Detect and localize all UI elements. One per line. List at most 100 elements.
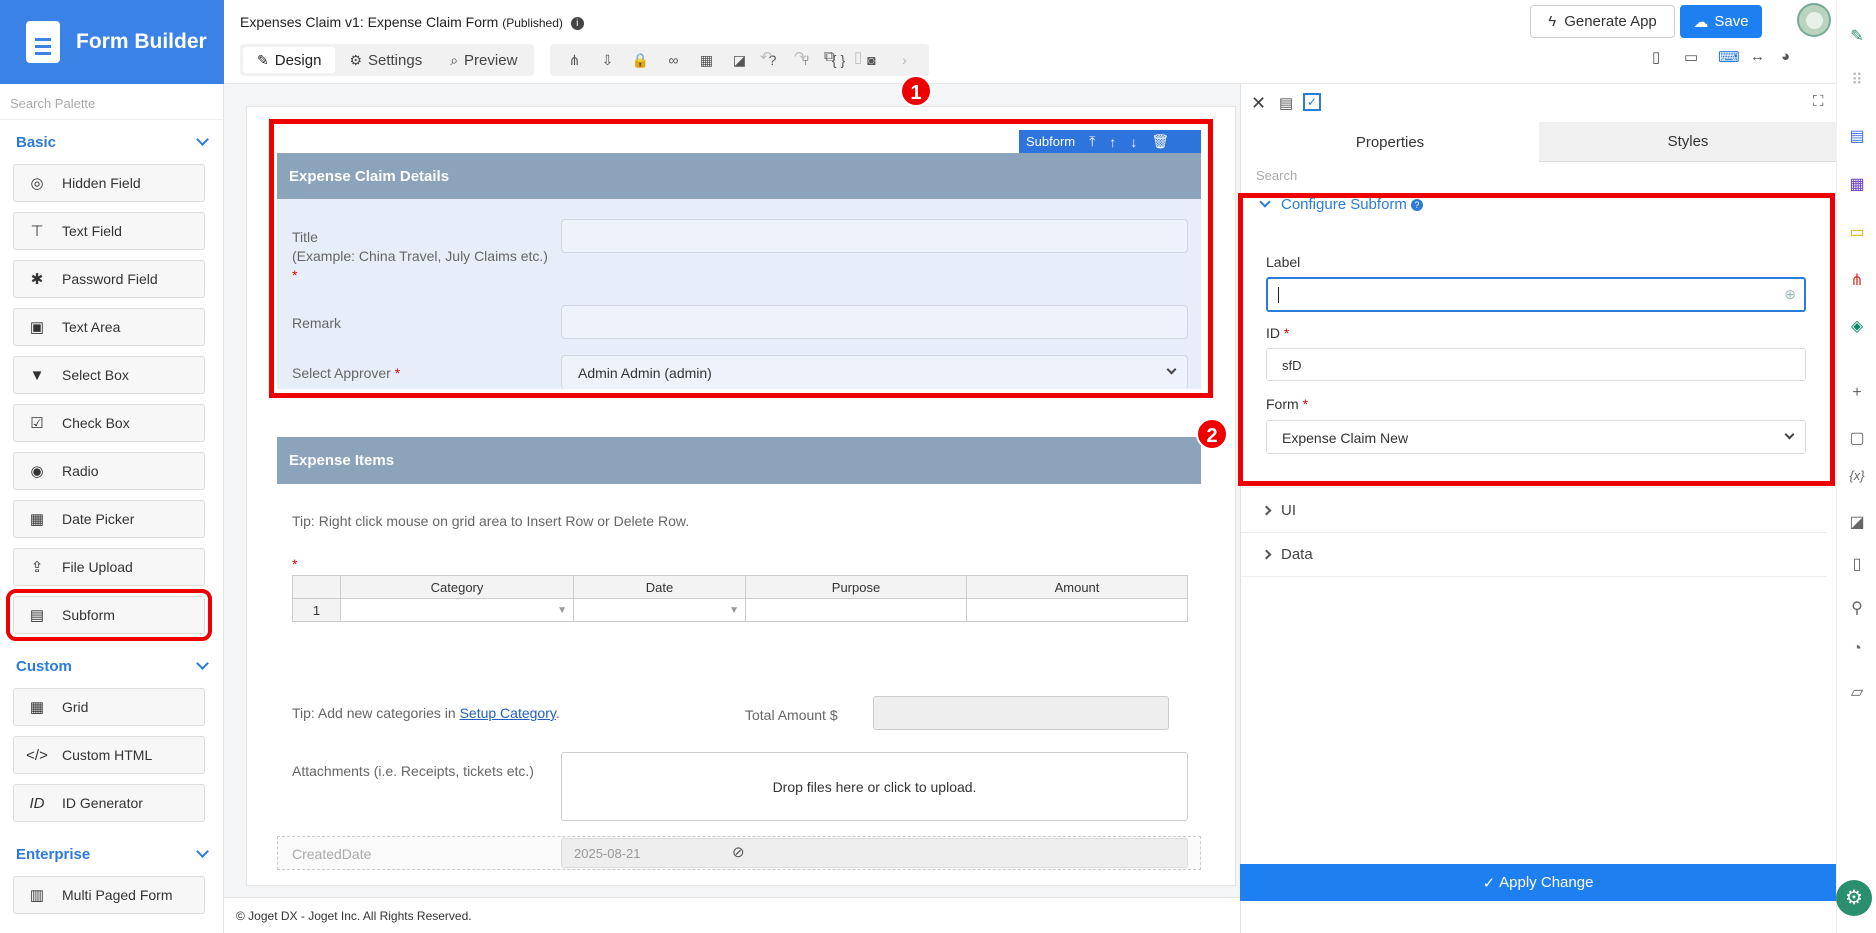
drag-handle-icon[interactable]: ⠿ xyxy=(1847,70,1867,90)
expense-grid[interactable]: Category Date Purpose Amount 1 ▼ ▼ xyxy=(292,575,1188,622)
redo-icon[interactable]: ↷ xyxy=(794,48,807,66)
palette-item-hidden-field[interactable]: ◎ Hidden Field xyxy=(13,164,205,202)
section-expense-items[interactable]: Expense Items xyxy=(277,437,1201,484)
palette-icon[interactable]: ◕ xyxy=(1781,48,1790,65)
multi-page-icon: ▥ xyxy=(29,887,45,904)
section-enterprise[interactable]: Enterprise xyxy=(0,832,223,876)
category-cell[interactable]: ▼ xyxy=(340,598,574,622)
bolt-icon: ϟ xyxy=(1548,13,1557,30)
tab-styles[interactable]: Styles xyxy=(1539,122,1837,162)
note-icon[interactable]: ▢ xyxy=(1847,428,1867,448)
expand-width-icon[interactable]: ↔ xyxy=(1750,48,1765,65)
variable-icon[interactable]: {x} xyxy=(1847,468,1867,483)
grid-header-row: Category Date Purpose Amount xyxy=(292,575,1188,599)
chevron-down-icon xyxy=(196,133,209,146)
highlight-box-configure xyxy=(1238,193,1835,486)
palette-item-password-field[interactable]: ✱ Password Field xyxy=(13,260,205,298)
section-custom[interactable]: Custom xyxy=(0,644,223,688)
palette-item-file-upload[interactable]: ⇪ File Upload xyxy=(13,548,205,586)
file-icon[interactable]: ▯ xyxy=(1847,554,1867,574)
grid-icon: ▦ xyxy=(29,699,45,716)
tab-design[interactable]: ✎ Design xyxy=(243,47,336,73)
upload-icon: ⇪ xyxy=(30,559,44,576)
generate-app-button[interactable]: ϟ Generate App xyxy=(1530,5,1675,38)
section-ui[interactable]: UI xyxy=(1241,487,1827,532)
tab-preview[interactable]: ⌕ Preview xyxy=(436,47,531,73)
form-icon[interactable]: ▤ xyxy=(1847,126,1867,146)
translate-icon[interactable]: ◪ xyxy=(723,52,756,69)
palette-item-id-generator[interactable]: ID ID Generator xyxy=(13,784,205,822)
palette-item-select-box[interactable]: ▼ Select Box xyxy=(13,356,205,394)
avatar[interactable] xyxy=(1797,3,1831,37)
section-data[interactable]: Data xyxy=(1241,532,1827,577)
settings-gear-button[interactable]: ⚙ xyxy=(1836,880,1872,916)
highlight-box-subform xyxy=(269,119,1213,398)
file-dropzone[interactable]: Drop files here or click to upload. xyxy=(561,752,1188,821)
preview-icon: ⌕ xyxy=(450,51,459,68)
palette-search-input[interactable]: Search Palette xyxy=(0,84,223,120)
required-mark: * xyxy=(292,556,298,572)
palette-item-date-picker[interactable]: ▦ Date Picker xyxy=(13,500,205,538)
dropdown-arrow-icon: ▼ xyxy=(729,604,739,616)
section-basic[interactable]: Basic xyxy=(0,120,223,164)
top-toolbar: Expenses Claim v1: Expense Claim Form (P… xyxy=(224,0,1840,84)
palette-item-text-area[interactable]: ▣ Text Area xyxy=(13,308,205,346)
info-icon[interactable]: i xyxy=(570,16,584,30)
palette-item-label: Check Box xyxy=(62,415,130,431)
palette-item-text-field[interactable]: ⊤ Text Field xyxy=(13,212,205,250)
binoculars-icon[interactable]: ∞ xyxy=(657,52,690,68)
undo-icon[interactable]: ↶ xyxy=(760,48,773,66)
tab-settings[interactable]: ⚙ Settings xyxy=(335,47,436,73)
amount-cell[interactable] xyxy=(966,598,1188,622)
palette-item-custom-html[interactable]: </> Custom HTML xyxy=(13,736,205,774)
total-amount-field xyxy=(873,696,1169,730)
purpose-cell[interactable] xyxy=(745,598,967,622)
palette-item-label: Text Area xyxy=(62,319,121,335)
userview-icon[interactable]: ▭ xyxy=(1847,222,1867,242)
tab-properties[interactable]: Properties xyxy=(1241,122,1539,162)
palette-item-label: Password Field xyxy=(62,271,158,287)
paste-icon[interactable]: ▯ xyxy=(854,48,862,66)
edit-icon[interactable]: ✎ xyxy=(1847,26,1867,46)
apply-change-label: Apply Change xyxy=(1499,874,1594,891)
laptop-icon[interactable]: ⌨ xyxy=(1718,48,1740,66)
apply-change-button[interactable]: ✓ Apply Change xyxy=(1240,864,1836,901)
paint-bucket-icon[interactable]: ◈ xyxy=(1847,316,1867,336)
datalist-icon[interactable]: ▦ xyxy=(1847,174,1867,194)
copy-icon[interactable]: ⧉ xyxy=(824,48,835,65)
check-square-icon[interactable]: ✓ xyxy=(1303,93,1321,111)
close-icon[interactable]: ✕ xyxy=(1251,93,1266,114)
save-template-icon[interactable]: ▤ xyxy=(1279,94,1293,112)
date-cell[interactable]: ▼ xyxy=(573,598,746,622)
palette-item-grid[interactable]: ▦ Grid xyxy=(13,688,205,726)
tablet-icon[interactable]: ▭ xyxy=(1684,48,1698,66)
gauge-icon[interactable]: ◔ xyxy=(1847,640,1867,658)
translate-icon[interactable]: ◪ xyxy=(1847,512,1867,532)
table-icon[interactable]: ▦ xyxy=(690,52,723,69)
design-icon: ✎ xyxy=(257,51,269,68)
palette-item-multi-paged-form[interactable]: ▥ Multi Paged Form xyxy=(13,876,205,914)
plus-icon[interactable]: + xyxy=(1847,384,1867,402)
section-ui-label: UI xyxy=(1281,501,1296,519)
footer: © Joget DX - Joget Inc. All Rights Reser… xyxy=(224,897,1240,933)
plugin-icon[interactable]: ⚲ xyxy=(1847,598,1867,618)
palette-item-check-box[interactable]: ☑ Check Box xyxy=(13,404,205,442)
lock-icon[interactable]: 🔒 xyxy=(624,52,657,69)
palette-item-subform[interactable]: ▤ Subform xyxy=(6,589,212,641)
id-icon: ID xyxy=(29,794,45,812)
generate-app-label: Generate App xyxy=(1564,13,1657,30)
publish-status: (Published) xyxy=(502,16,563,30)
palette-item-label: Multi Paged Form xyxy=(62,887,173,903)
scroll-icon[interactable]: ▱ xyxy=(1847,682,1867,702)
palette-item-radio[interactable]: ◉ Radio xyxy=(13,452,205,490)
import-icon[interactable]: ⇩ xyxy=(591,52,624,69)
properties-tabs: Properties Styles xyxy=(1241,122,1837,162)
tree-icon[interactable]: ⋔ xyxy=(558,52,591,69)
save-button[interactable]: ☁ Save xyxy=(1680,5,1762,38)
setup-category-link[interactable]: Setup Category xyxy=(460,705,556,721)
chevron-right-icon[interactable]: › xyxy=(888,52,921,68)
process-icon[interactable]: ⋔ xyxy=(1847,270,1867,290)
properties-search-input[interactable]: Search xyxy=(1256,168,1297,183)
phone-icon[interactable]: ▯ xyxy=(1652,48,1660,66)
fullscreen-icon[interactable]: ⛶ xyxy=(1813,93,1824,110)
